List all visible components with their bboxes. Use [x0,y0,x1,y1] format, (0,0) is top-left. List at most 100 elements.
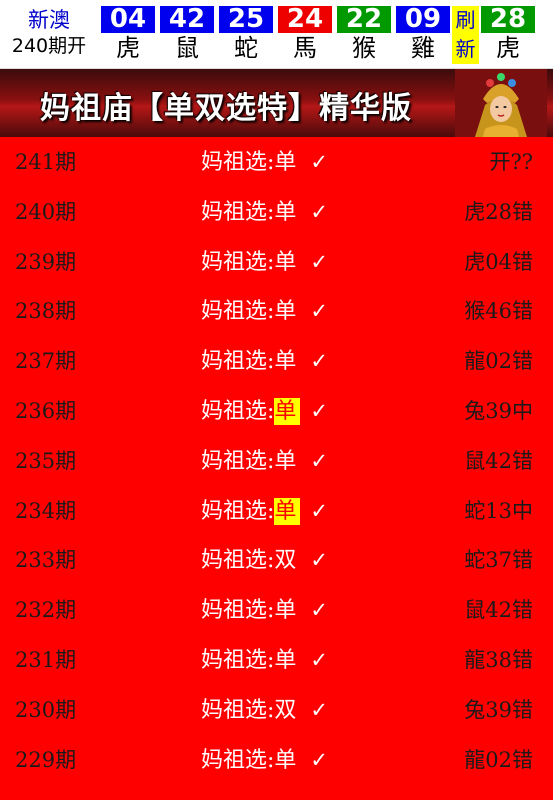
prediction-label: 妈祖选: [201,697,275,723]
prediction-label: 妈祖选: [201,299,275,325]
prediction-label: 妈祖选: [201,498,275,524]
table-row: 238期 妈祖选:单 ✓ 猴46错 [0,286,553,336]
pick-value: 双 [274,548,297,574]
pick-value: 单 [274,647,297,673]
prediction-label: 妈祖选: [201,647,275,673]
prediction-label: 妈祖选: [201,199,275,225]
prediction: 妈祖选:单 ✓ [201,137,328,188]
result-label: 蛇37错 [464,548,533,573]
checkmark-icon: ✓ [310,199,329,224]
ball-6: 09 雞 [396,6,450,64]
checkmark-icon: ✓ [310,598,329,623]
ball-number: 24 [278,6,332,33]
result-label: 龍02错 [464,349,533,374]
checkmark-icon: ✓ [310,398,329,423]
ball-number: 25 [219,6,273,33]
ball-1: 04 虎 [101,6,155,64]
checkmark-icon: ✓ [310,697,329,722]
prediction: 妈祖选:单 ✓ [201,735,328,786]
ball-zodiac: 虎 [116,34,140,62]
result-label: 龍02错 [464,747,533,772]
period-label: 235期 [15,448,77,473]
table-row: 234期 妈祖选:单 ✓ 蛇13中 [0,486,553,536]
pick-value: 单 [274,598,297,624]
issue-info: 新澳 240期开 [0,0,98,68]
pick-value: 单 [274,349,297,375]
prediction: 妈祖选:单 ✓ [201,386,328,437]
period-label: 233期 [15,548,77,573]
checkmark-icon: ✓ [310,299,329,324]
ball-number: 28 [481,6,535,33]
table-row: 232期 妈祖选:单 ✓ 鼠42错 [0,585,553,635]
period-label: 230期 [15,697,77,722]
special-ball: 28 虎 [481,6,535,64]
prediction-label: 妈祖选: [201,747,275,773]
prediction: 妈祖选:单 ✓ [201,635,328,686]
ball-zodiac: 蛇 [234,34,258,62]
result-label: 鼠42错 [464,598,533,623]
table-row: 231期 妈祖选:单 ✓ 龍38错 [0,635,553,685]
banner-title: 妈祖庙【单双选特】精华版 [40,91,412,126]
result-label: 龍38错 [464,647,533,672]
ball-3: 25 蛇 [219,6,273,64]
table-row: 240期 妈祖选:单 ✓ 虎28错 [0,187,553,237]
period-label: 238期 [15,299,77,324]
ball-zodiac: 鼠 [175,34,199,62]
checkmark-icon: ✓ [310,150,329,174]
period-label: 240期 [15,199,77,224]
ball-5: 22 猴 [337,6,391,64]
ball-zodiac: 虎 [496,34,520,62]
table-row: 241期 妈祖选:单 ✓ 开?? [0,137,553,187]
ball-zodiac: 雞 [411,34,435,62]
refresh-button[interactable]: 刷 新 [452,6,479,64]
table-row: 239期 妈祖选:单 ✓ 虎04错 [0,237,553,287]
checkmark-icon: ✓ [310,448,329,473]
prediction: 妈祖选:双 ✓ [201,685,328,736]
result-label: 开?? [489,150,533,174]
checkmark-icon: ✓ [310,498,329,523]
result-label: 蛇13中 [464,498,533,523]
ball-2: 42 鼠 [160,6,214,64]
checkmark-icon: ✓ [310,349,329,374]
checkmark-icon: ✓ [310,249,329,274]
issue-label: 240期开 [11,35,87,57]
prediction: 妈祖选:单 ✓ [201,336,328,387]
ball-zodiac: 馬 [293,34,317,62]
results-header: 新澳 240期开 04 虎 42 鼠 25 蛇 24 馬 22 猴 09 雞 2… [0,0,553,69]
prediction: 妈祖选:单 ✓ [201,486,328,537]
table-row: 237期 妈祖选:单 ✓ 龍02错 [0,336,553,386]
pick-value: 单 [274,497,301,525]
ball-zodiac: 猴 [352,34,376,62]
prediction: 妈祖选:单 ✓ [201,436,328,487]
prediction: 妈祖选:单 ✓ [201,585,328,636]
pick-value: 单 [274,397,301,425]
prediction-label: 妈祖选: [201,150,275,175]
prediction-label: 妈祖选: [201,598,275,624]
ball-number: 22 [337,6,391,33]
ball-4: 24 馬 [278,6,332,64]
checkmark-icon: ✓ [310,548,329,573]
region-label: 新澳 [28,8,70,32]
refresh-char: 刷 [455,8,476,32]
result-label: 兔39中 [464,398,533,423]
result-label: 兔39错 [464,697,533,722]
result-label: 虎04错 [464,249,533,274]
ball-number: 42 [160,6,214,33]
table-row: 230期 妈祖选:双 ✓ 兔39错 [0,685,553,735]
result-label: 虎28错 [464,199,533,224]
period-label: 231期 [15,647,77,672]
table-row: 229期 妈祖选:单 ✓ 龍02错 [0,735,553,785]
title-banner: 妈祖庙【单双选特】精华版 [0,69,553,137]
prediction-list: 241期 妈祖选:单 ✓ 开?? 240期 妈祖选:单 ✓ 虎28错 239期 妈祖选:单 ✓ 虎04… [0,137,553,784]
table-row: 233期 妈祖选:双 ✓ 蛇37错 [0,535,553,585]
pick-value: 单 [274,150,297,175]
refresh-char: 新 [455,37,476,61]
table-row: 235期 妈祖选:单 ✓ 鼠42错 [0,436,553,486]
pick-value: 单 [274,249,297,275]
period-label: 229期 [15,747,77,772]
prediction-label: 妈祖选: [201,249,275,275]
period-label: 232期 [15,598,77,623]
table-row: 236期 妈祖选:单 ✓ 兔39中 [0,386,553,436]
pick-value: 单 [274,448,297,474]
prediction-label: 妈祖选: [201,448,275,474]
